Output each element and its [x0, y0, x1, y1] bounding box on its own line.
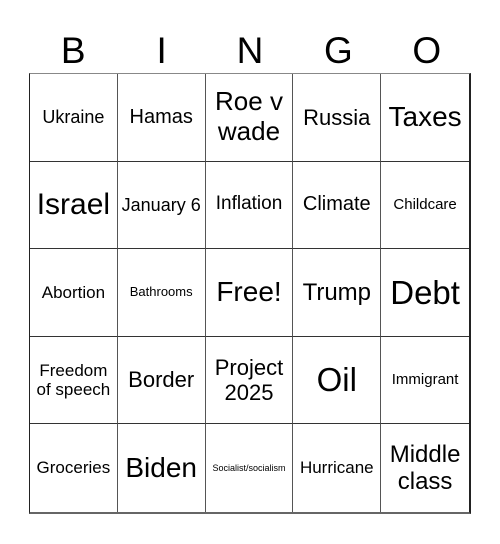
bingo-cell[interactable]: Project 2025 [205, 336, 294, 425]
bingo-cell[interactable]: Groceries [30, 424, 118, 512]
bingo-cell[interactable]: Biden [118, 424, 206, 512]
bingo-cell[interactable]: Bathrooms [117, 249, 206, 337]
header-letter-n: N [236, 30, 264, 71]
bingo-cell[interactable]: Israel [30, 161, 118, 250]
bingo-cell[interactable]: Hurricane [293, 424, 382, 512]
bingo-cell[interactable]: Oil [293, 336, 382, 425]
bingo-cell[interactable]: Socialist/socialism [206, 424, 294, 512]
bingo-cell[interactable]: Roe v wade [205, 74, 294, 162]
header-letter-o: O [412, 30, 442, 71]
bingo-cell[interactable]: Taxes [381, 74, 469, 162]
bingo-cell[interactable]: Immigrant [381, 337, 469, 425]
header-letter-i: I [156, 30, 167, 71]
bingo-header: B I N G O [29, 28, 471, 73]
header-letter-b: B [60, 30, 86, 71]
bingo-cell[interactable]: Hamas [117, 74, 206, 162]
bingo-cell[interactable]: Debt [381, 249, 469, 337]
bingo-cell[interactable]: Border [117, 336, 206, 425]
bingo-cell[interactable]: Childcare [381, 162, 469, 250]
bingo-cell[interactable]: Trump [293, 249, 382, 337]
bingo-cell[interactable]: Middle class [381, 424, 469, 512]
bingo-cell[interactable]: Freedom of speech [30, 336, 118, 425]
bingo-grid: Ukraine Hamas Roe v wade Russia Taxes Is… [29, 73, 471, 514]
bingo-cell[interactable]: Russia [293, 74, 382, 162]
bingo-cell[interactable]: Ukraine [30, 74, 118, 162]
bingo-cell[interactable]: Abortion [30, 249, 118, 337]
header-letter-g: G [324, 30, 353, 71]
bingo-cell[interactable]: Inflation [205, 161, 294, 250]
free-space-cell[interactable]: Free! [205, 249, 294, 337]
bingo-cell[interactable]: January 6 [117, 161, 206, 250]
bingo-cell[interactable]: Climate [293, 161, 382, 250]
